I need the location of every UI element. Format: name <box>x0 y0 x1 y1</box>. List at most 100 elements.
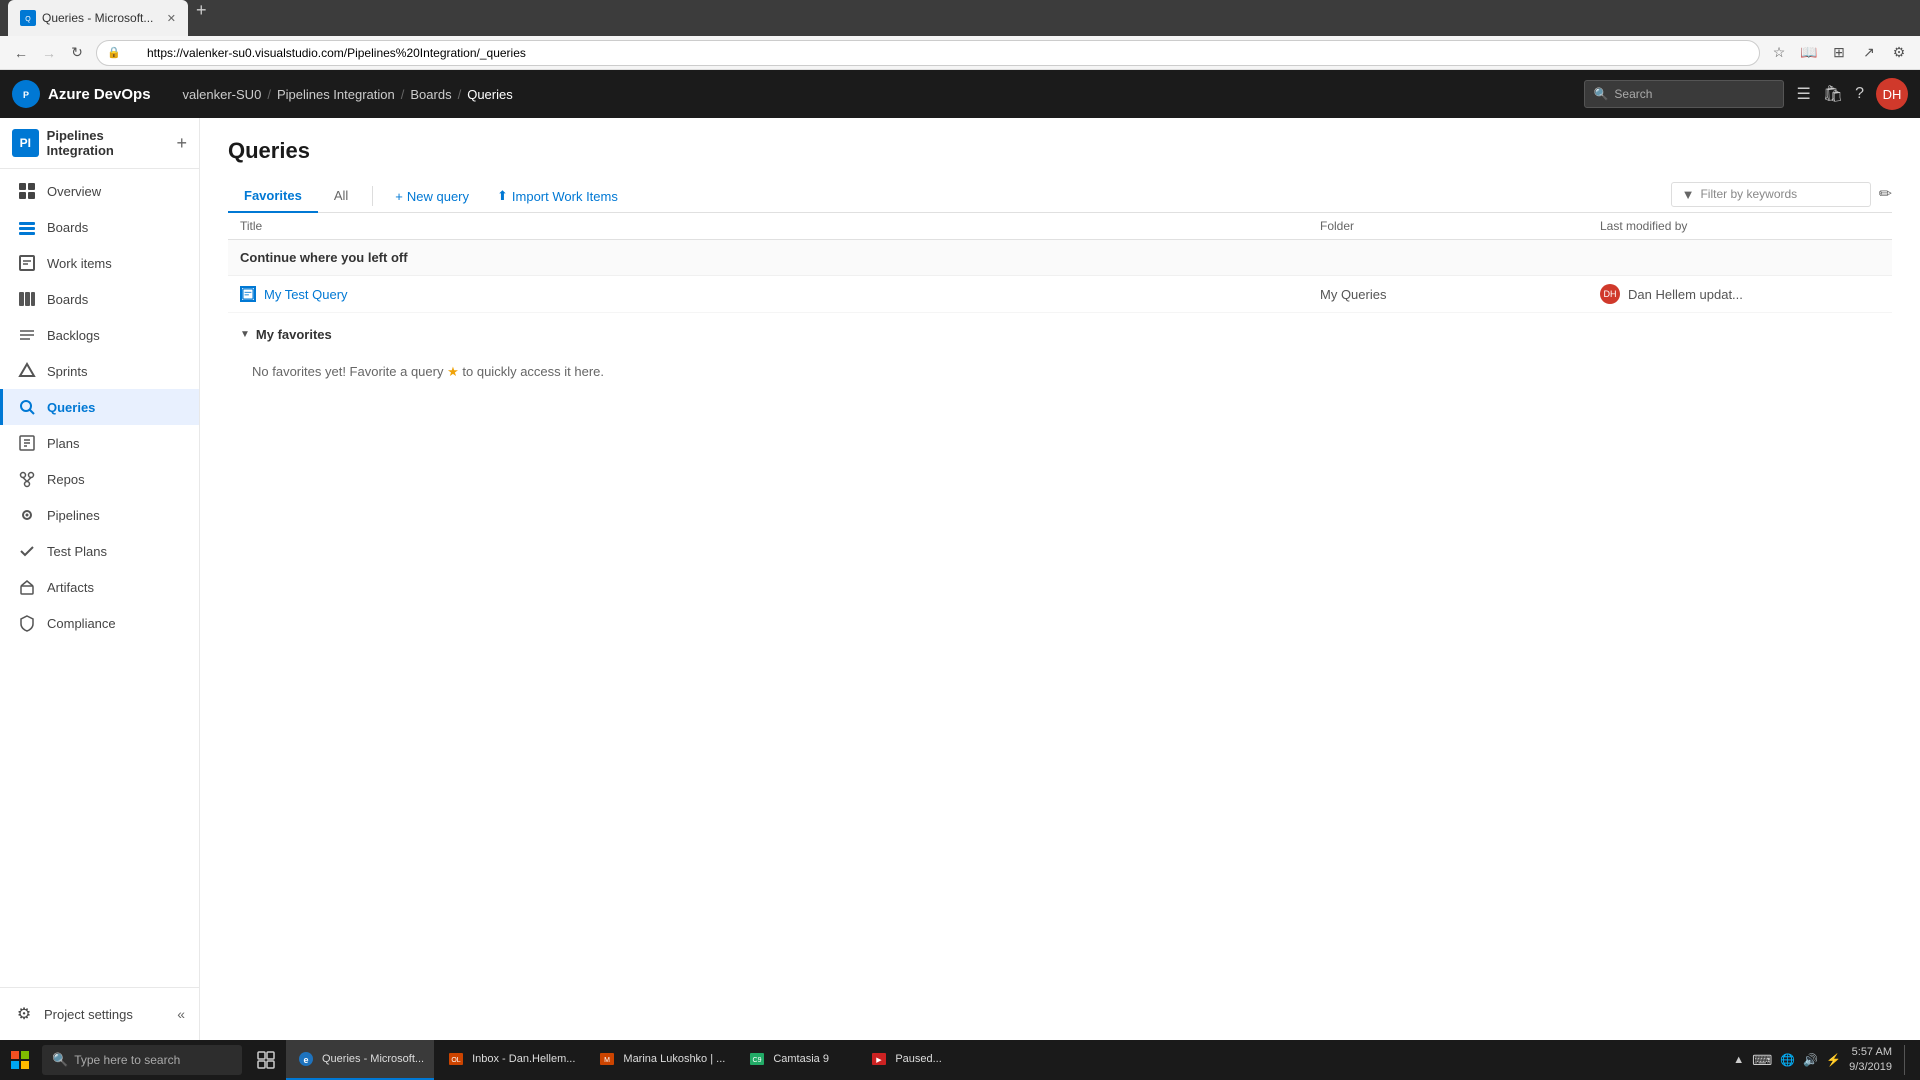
add-project-button[interactable]: + <box>176 133 187 154</box>
devops-logo-text: Azure DevOps <box>48 86 151 103</box>
help-icon[interactable]: ? <box>1855 85 1864 103</box>
sidebar-item-compliance[interactable]: Compliance <box>0 605 199 641</box>
sidebar-item-test-plans[interactable]: Test Plans <box>0 533 199 569</box>
sidebar-item-overview[interactable]: Overview <box>0 173 199 209</box>
taskbar-app-inbox[interactable]: OL Inbox - Dan.Hellem... <box>436 1040 585 1080</box>
sidebar-item-repos[interactable]: Repos <box>0 461 199 497</box>
taskbar-app-paused[interactable]: ▶ Paused... <box>859 1040 979 1080</box>
url-text: https://valenker-su0.visualstudio.com/Pi… <box>127 46 526 60</box>
show-desktop-button[interactable] <box>1904 1045 1908 1075</box>
taskbar-app-queries[interactable]: e Queries - Microsoft... <box>286 1040 434 1080</box>
edit-query-icon[interactable]: ✏ <box>1879 184 1892 204</box>
taskbar-search[interactable]: 🔍 Type here to search <box>42 1045 242 1075</box>
task-view-button[interactable] <box>248 1040 284 1080</box>
modifier-avatar-initials: DH <box>1604 289 1617 299</box>
filter-input[interactable]: ▼ Filter by keywords <box>1671 182 1871 207</box>
sidebar-nav: Overview Boards Work items <box>0 169 199 987</box>
browser-window-controls: Q Queries - Microsoft... ✕ + <box>8 0 215 36</box>
svg-text:P: P <box>23 90 29 100</box>
sidebar-item-plans[interactable]: Plans <box>0 425 199 461</box>
sidebar-item-label: Backlogs <box>47 328 100 343</box>
compliance-icon <box>17 613 37 633</box>
svg-text:M: M <box>604 1057 610 1064</box>
back-button[interactable]: ← <box>8 40 34 66</box>
query-modified-cell: DH Dan Hellem updat... <box>1600 284 1880 304</box>
sidebar-item-backlogs[interactable]: Backlogs <box>0 317 199 353</box>
sidebar-item-pipelines[interactable]: Pipelines <box>0 497 199 533</box>
sidebar-item-sprints[interactable]: Sprints <box>0 353 199 389</box>
forward-button[interactable]: → <box>36 40 62 66</box>
import-label: Import Work Items <box>512 189 618 204</box>
pipelines-icon <box>17 505 37 525</box>
sidebar-item-label: Queries <box>47 400 95 415</box>
top-nav-right: 🔍 Search ☰ 🛍 ? DH <box>1584 78 1908 110</box>
start-button[interactable] <box>4 1044 36 1076</box>
tab-close-button[interactable]: ✕ <box>167 12 176 25</box>
refresh-button[interactable]: ↻ <box>64 40 90 66</box>
browser-tab[interactable]: Q Queries - Microsoft... ✕ <box>8 0 188 36</box>
sidebar-item-queries[interactable]: Queries <box>0 389 199 425</box>
sidebar-item-artifacts[interactable]: Artifacts <box>0 569 199 605</box>
outlook-icon: OL <box>446 1049 466 1069</box>
modifier-name: Dan Hellem updat... <box>1628 287 1743 302</box>
sidebar-item-work-items[interactable]: Work items <box>0 245 199 281</box>
tab-all[interactable]: All <box>318 180 364 213</box>
no-favorites-text: No favorites yet! Favorite a query <box>252 364 443 379</box>
search-placeholder: Search <box>1614 87 1652 101</box>
svg-text:e: e <box>303 1055 308 1065</box>
extensions-button[interactable]: ⚙ <box>1886 40 1912 66</box>
taskbar-app-marina[interactable]: M Marina Lukoshko | ... <box>587 1040 735 1080</box>
project-settings-button[interactable]: ⚙ Project settings « <box>0 996 199 1032</box>
tab-favorites[interactable]: Favorites <box>228 180 318 213</box>
taskbar-app-camtasia[interactable]: C9 Camtasia 9 <box>737 1040 857 1080</box>
clock-time: 5:57 AM <box>1849 1045 1892 1060</box>
taskbar-apps: e Queries - Microsoft... OL Inbox - Dan.… <box>248 1040 979 1080</box>
project-icon: PI <box>12 129 39 157</box>
breadcrumb-org[interactable]: valenker-SU0 <box>183 87 262 102</box>
notifications-icon[interactable]: ☰ <box>1796 84 1810 104</box>
overview-icon <box>17 181 37 201</box>
new-query-icon: + <box>395 189 403 204</box>
work-items-icon <box>17 253 37 273</box>
new-query-button[interactable]: + New query <box>381 183 483 210</box>
new-tab-button[interactable]: + <box>188 0 215 36</box>
share-button[interactable]: ↗ <box>1856 40 1882 66</box>
filter-icon: ▼ <box>1682 187 1695 202</box>
show-hidden-icons[interactable]: ▲ <box>1733 1054 1744 1066</box>
ie-icon: e <box>296 1049 316 1069</box>
query-title-cell[interactable]: My Test Query <box>240 286 1320 302</box>
sidebar-item-label: Repos <box>47 472 85 487</box>
query-title-text: My Test Query <box>264 287 348 302</box>
sidebar-item-label: Boards <box>47 292 88 307</box>
avatar[interactable]: DH <box>1876 78 1908 110</box>
sidebar-item-boards[interactable]: Boards <box>0 209 199 245</box>
taskbar-app-label: Paused... <box>895 1053 941 1065</box>
import-work-items-button[interactable]: ⬆ Import Work Items <box>483 182 632 210</box>
favorites-star-icon: ★ <box>447 364 459 379</box>
favorites-section-header[interactable]: ▼ My favorites <box>228 317 1892 352</box>
address-field[interactable]: 🔒 https://valenker-su0.visualstudio.com/… <box>96 40 1760 66</box>
col-folder: Folder <box>1320 219 1600 233</box>
settings-icon: ⚙ <box>14 1004 34 1024</box>
new-query-label: New query <box>407 189 469 204</box>
collapse-button[interactable]: « <box>177 1006 185 1022</box>
favorites-star-button[interactable]: ☆ <box>1766 40 1792 66</box>
sidebar-item-label: Compliance <box>47 616 116 631</box>
camtasia-icon: C9 <box>747 1049 767 1069</box>
taskbar-app-label: Queries - Microsoft... <box>322 1053 424 1065</box>
read-mode-button[interactable]: 📖 <box>1796 40 1822 66</box>
keyboard-icon: ⌨ <box>1752 1052 1772 1069</box>
breadcrumb-project[interactable]: Pipelines Integration <box>277 87 395 102</box>
filter-area: ▼ Filter by keywords ✏ <box>1671 182 1892 211</box>
svg-text:Q: Q <box>25 16 31 23</box>
sidebar-item-boards2[interactable]: Boards <box>0 281 199 317</box>
breadcrumb-boards[interactable]: Boards <box>410 87 451 102</box>
backlogs-icon <box>17 325 37 345</box>
queries-icon <box>17 397 37 417</box>
devops-logo[interactable]: P Azure DevOps <box>12 80 151 108</box>
global-search[interactable]: 🔍 Search <box>1584 80 1784 108</box>
project-letter: PI <box>20 136 31 150</box>
plans-icon <box>17 433 37 453</box>
hub-button[interactable]: ⊞ <box>1826 40 1852 66</box>
shopping-bag-icon[interactable]: 🛍 <box>1823 84 1843 104</box>
